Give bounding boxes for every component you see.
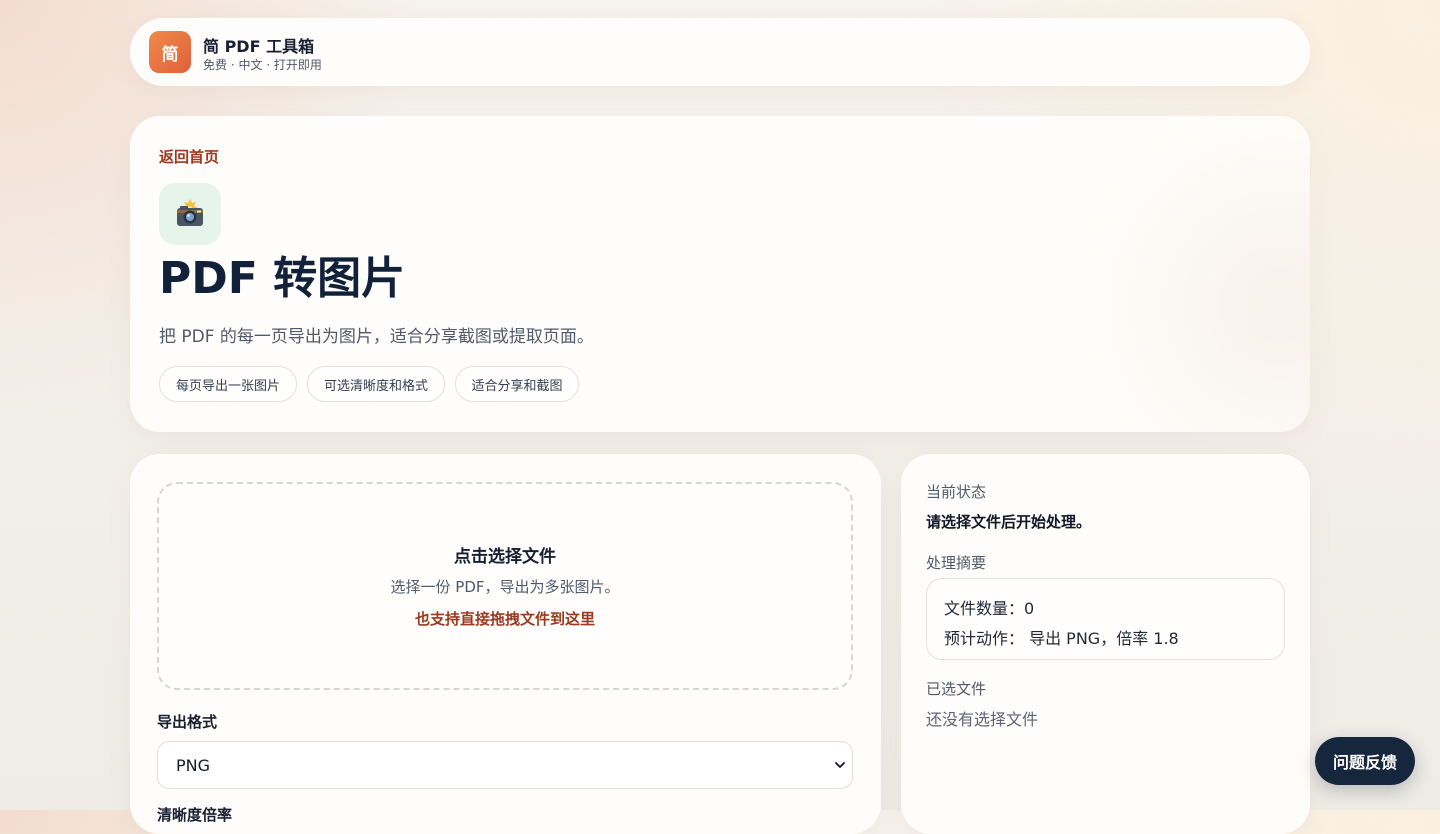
- summary-label: 处理摘要: [926, 554, 987, 572]
- selected-files-label: 已选文件: [926, 680, 987, 698]
- page-title: PDF 转图片: [159, 253, 406, 304]
- feature-tag-share-screenshot: 适合分享和截图: [455, 366, 579, 402]
- top-bar: 简 简 PDF 工具箱 免费 · 中文 · 打开即用: [130, 18, 1310, 86]
- format-select-value: PNG: [176, 756, 211, 775]
- dropzone-description: 选择一份 PDF，导出为多张图片。: [390, 578, 620, 596]
- dropzone-drag-hint: 也支持直接拖拽文件到这里: [414, 610, 595, 628]
- hero-card: 返回首页 PDF 转图片 把 PDF 的每一页导出为图片，适合分享截图或提取页面…: [130, 116, 1310, 432]
- upload-panel: 点击选择文件 选择一份 PDF，导出为多张图片。 也支持直接拖拽文件到这里 导出…: [130, 454, 881, 834]
- brand-logo[interactable]: 简: [149, 31, 191, 73]
- dropzone-title: 点击选择文件: [454, 547, 556, 567]
- status-text: 请选择文件后开始处理。: [926, 513, 1092, 531]
- summary-box: 文件数量：0 预计动作： 导出 PNG，倍率 1.8: [926, 578, 1285, 660]
- feature-tag-clarity-format: 可选清晰度和格式: [307, 366, 445, 402]
- brand-subtitle: 免费 · 中文 · 打开即用: [203, 58, 322, 72]
- feature-tag-export-each-page: 每页导出一张图片: [159, 366, 297, 402]
- summary-file-count: 文件数量：0: [944, 599, 1035, 618]
- status-panel: 当前状态 请选择文件后开始处理。 处理摘要 文件数量：0 预计动作： 导出 PN…: [901, 454, 1310, 834]
- clarity-label: 清晰度倍率: [157, 806, 233, 824]
- status-label: 当前状态: [926, 483, 987, 501]
- summary-planned-action: 预计动作： 导出 PNG，倍率 1.8: [944, 629, 1179, 648]
- back-home-link[interactable]: 返回首页: [159, 146, 219, 167]
- file-dropzone[interactable]: 点击选择文件 选择一份 PDF，导出为多张图片。 也支持直接拖拽文件到这里: [157, 482, 853, 690]
- camera-flash-icon-graphic: [177, 199, 203, 226]
- format-select[interactable]: PNG: [157, 741, 853, 789]
- chevron-down-icon: [835, 762, 845, 768]
- brand-title[interactable]: 简 PDF 工具箱: [203, 33, 314, 57]
- format-label: 导出格式: [157, 713, 218, 731]
- camera-flash-icon: [159, 183, 221, 245]
- selected-files-empty: 还没有选择文件: [926, 710, 1039, 729]
- page-description: 把 PDF 的每一页导出为图片，适合分享截图或提取页面。: [159, 327, 594, 347]
- feedback-button[interactable]: 问题反馈: [1315, 737, 1415, 785]
